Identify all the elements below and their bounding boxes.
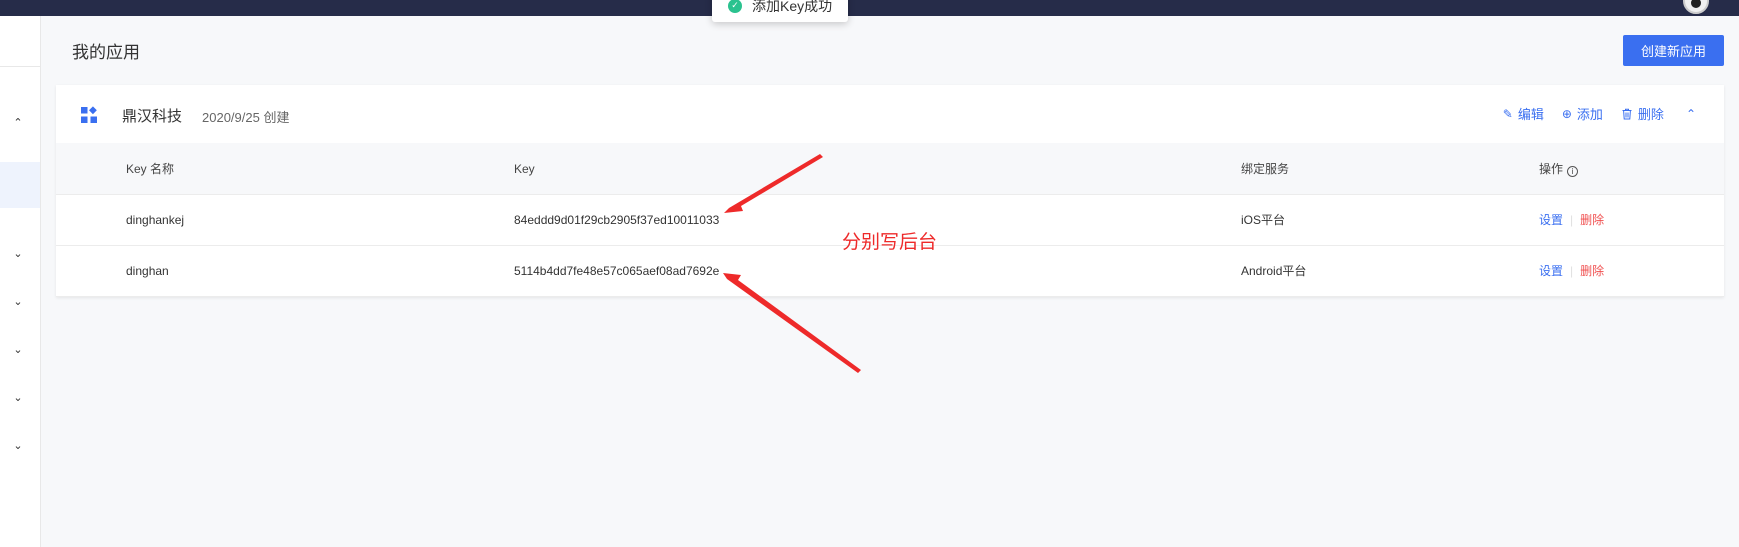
delete-label: 删除 [1637,107,1664,122]
app-card: 鼎汉科技 2020/9/25 创建 ✎ 编辑 ⊕ 添加 删除 ⌃ Key 名称 … [56,85,1724,297]
service-cell: iOS平台 [1241,213,1286,227]
app-created-date: 2020/9/25 创建 [202,110,290,125]
settings-link[interactable]: 设置 [1539,264,1563,278]
service-cell: Android平台 [1241,264,1307,278]
page-title: 我的应用 [72,43,140,62]
top-navigation-bar [0,0,1739,16]
row-actions: 设置 | 删除 [1539,195,1604,246]
chevron-down-icon[interactable]: ⌄ [9,439,27,452]
action-separator: | [1570,213,1574,227]
app-card-header: 鼎汉科技 2020/9/25 创建 ✎ 编辑 ⊕ 添加 删除 ⌃ [56,85,1724,143]
edit-icon: ✎ [1502,106,1513,121]
collapse-chevron-up-icon[interactable]: ⌃ [1686,107,1696,121]
header-key-name: Key 名称 [126,162,175,176]
key-value-cell: 84eddd9d01f29cb2905f37ed10011033 [514,213,720,227]
key-value-cell: 5114b4dd7fe48e57c065aef08ad7692e [514,264,720,278]
action-separator: | [1570,264,1574,278]
header-service: 绑定服务 [1241,162,1290,176]
delete-key-link[interactable]: 删除 [1580,213,1604,227]
header-actions: 操作 i [1539,143,1579,195]
header-key: Key [514,162,535,176]
check-circle-icon: ✓ [728,0,742,13]
table-header: Key 名称 Key 绑定服务 操作 i [56,143,1724,195]
edit-label: 编辑 [1517,107,1544,122]
apps-icon [81,106,97,123]
chevron-up-icon[interactable]: ⌃ [9,116,27,129]
add-label: 添加 [1576,107,1603,122]
trash-icon [1622,108,1632,119]
chevron-down-icon[interactable]: ⌄ [9,391,27,404]
key-name-cell: dinghankej [126,213,185,227]
user-avatar[interactable] [1683,0,1709,14]
key-name-cell: dinghan [126,264,169,278]
annotation-text: 分别写后台 [842,232,938,253]
delete-app-button[interactable]: 删除 [1621,104,1664,123]
chevron-down-icon[interactable]: ⌄ [9,295,27,308]
settings-link[interactable]: 设置 [1539,213,1563,227]
app-actions: ✎ 编辑 ⊕ 添加 删除 ⌃ [1485,104,1696,123]
delete-key-link[interactable]: 删除 [1580,264,1604,278]
toast-message: 添加Key成功 [752,0,833,14]
create-app-button[interactable]: 创建新应用 [1623,35,1724,66]
app-name: 鼎汉科技 [122,108,183,125]
chevron-down-icon[interactable]: ⌄ [9,247,27,260]
sidebar-divider [0,66,40,67]
row-actions: 设置 | 删除 [1539,246,1604,297]
info-icon[interactable]: i [1567,166,1579,177]
header-actions-label: 操作 [1539,162,1564,176]
sidebar: ⌃ ⌄ ⌄ ⌄ ⌄ ⌄ [0,16,41,547]
edit-button[interactable]: ✎ 编辑 [1503,104,1544,123]
sidebar-active-item[interactable] [0,162,40,208]
add-key-button[interactable]: ⊕ 添加 [1562,104,1603,123]
plus-circle-icon: ⊕ [1561,106,1572,121]
success-toast: ✓ 添加Key成功 [712,0,848,22]
chevron-down-icon[interactable]: ⌄ [9,343,27,356]
